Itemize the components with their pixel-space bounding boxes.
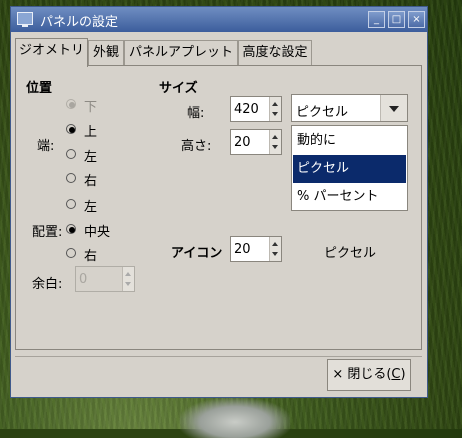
width-label: 幅:	[187, 106, 205, 121]
align-right-radio[interactable]	[66, 248, 76, 258]
align-center-label[interactable]: 中央	[84, 221, 110, 240]
chevron-down-icon[interactable]	[380, 95, 407, 121]
edge-bottom-label: 下	[84, 100, 98, 115]
edge-left-label[interactable]: 左	[84, 146, 97, 165]
close-label-end: )	[400, 367, 406, 382]
unit-option-percent[interactable]: % パーセント	[293, 183, 406, 211]
align-left-label[interactable]: 左	[84, 196, 97, 215]
align-right-label[interactable]: 右	[84, 245, 97, 264]
close-window-button[interactable]: ×	[408, 11, 425, 28]
width-spinner[interactable]: 420	[230, 96, 282, 122]
height-spinner-arrows[interactable]	[269, 130, 281, 154]
height-value[interactable]: 20	[234, 135, 251, 150]
margin-spinner: 0	[75, 266, 135, 292]
monitor-icon	[17, 12, 33, 27]
icon-spinner-arrows[interactable]	[269, 237, 281, 261]
unit-option-dynamic[interactable]: 動的に	[293, 127, 406, 155]
wallpaper-bird	[180, 398, 290, 438]
unit-dropdown-list: 動的に ピクセル % パーセント	[291, 125, 408, 211]
position-heading: 位置	[26, 81, 53, 96]
icon-label: アイコン	[171, 246, 223, 261]
maximize-button[interactable]: □	[388, 11, 405, 28]
close-label: 閉じる(	[347, 367, 392, 382]
edge-top-radio[interactable]	[66, 124, 76, 134]
size-heading: サイズ	[159, 81, 198, 96]
icon-size-spinner[interactable]: 20	[230, 236, 282, 262]
width-spinner-arrows[interactable]	[269, 97, 281, 121]
close-button[interactable]: × 閉じる(C)	[327, 359, 411, 391]
window-title: パネルの設定	[40, 15, 119, 30]
edge-right-radio[interactable]	[66, 173, 76, 183]
margin-label: 余白:	[32, 277, 63, 292]
edge-top-label[interactable]: 上	[84, 121, 97, 140]
edge-left-radio[interactable]	[66, 149, 76, 159]
height-spinner[interactable]: 20	[230, 129, 282, 155]
footer-separator	[15, 356, 422, 357]
margin-value: 0	[79, 272, 88, 287]
edge-right-label[interactable]: 右	[84, 170, 97, 189]
unit-combo[interactable]: ピクセル	[291, 94, 408, 122]
tab-advanced[interactable]: 高度な設定	[238, 40, 312, 66]
title-bar[interactable]: パネルの設定 _ □ ×	[11, 7, 427, 32]
unit-option-pixels[interactable]: ピクセル	[293, 155, 406, 183]
tab-panel-applets[interactable]: パネルアプレット	[124, 40, 238, 66]
height-label: 高さ:	[181, 139, 212, 154]
edge-bottom-radio	[66, 99, 76, 109]
width-value[interactable]: 420	[234, 102, 259, 117]
tab-appearance[interactable]: 外観	[88, 40, 124, 66]
icon-unit-label: ピクセル	[324, 246, 377, 261]
align-center-radio[interactable]	[66, 224, 76, 234]
icon-size-value[interactable]: 20	[234, 242, 251, 257]
minimize-button[interactable]: _	[368, 11, 385, 28]
tab-geometry[interactable]: ジオメトリ	[15, 38, 88, 67]
align-left-radio[interactable]	[66, 199, 76, 209]
margin-spinner-arrows	[122, 267, 134, 291]
close-icon: ×	[332, 367, 344, 382]
align-label: 配置:	[32, 225, 63, 240]
unit-combo-value: ピクセル	[296, 105, 349, 120]
edge-label: 端:	[37, 139, 55, 154]
